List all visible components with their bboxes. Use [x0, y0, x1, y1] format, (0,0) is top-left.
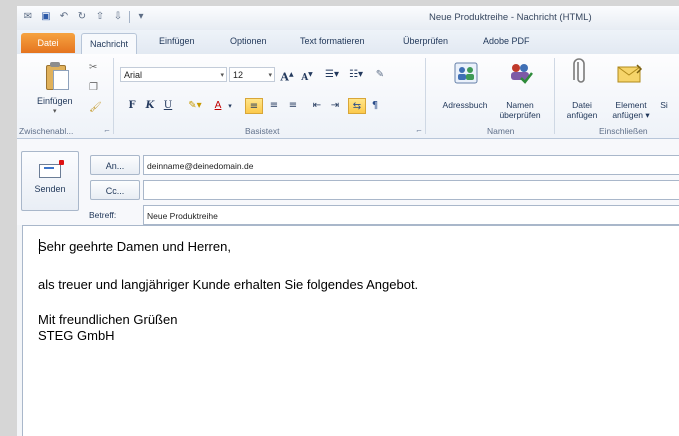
title-bar: ✉ ▣ ↶ ↻ ⇧ ⇩ ▾ Neue Produktreihe - Nachri…	[17, 6, 679, 30]
subject-field[interactable]: Neue Produktreihe	[143, 205, 679, 225]
send-envelope-icon	[39, 160, 64, 178]
chevron-down-icon: ▾	[220, 72, 224, 79]
outlook-app-icon[interactable]: ✉	[21, 10, 35, 24]
message-body[interactable]: Sehr geehrte Damen und Herren, als treue…	[22, 225, 679, 436]
font-size-value: 12	[233, 70, 244, 80]
compose-header: Senden An... deinname@deinedomain.de Cc.…	[17, 139, 679, 225]
font-name-combo[interactable]: Arial ▾	[120, 67, 227, 82]
chevron-down-icon: ▾	[268, 72, 272, 79]
tab-datei[interactable]: Datei	[21, 33, 75, 53]
group-divider	[113, 58, 114, 134]
attach-item-label-line1[interactable]: Element	[607, 100, 655, 110]
clear-formatting-icon[interactable]: ✎	[372, 67, 388, 83]
align-right-icon[interactable]: ≡	[285, 98, 301, 114]
decrease-indent-icon[interactable]: ⇤	[309, 98, 325, 114]
text-direction-rtl-icon[interactable]: ¶	[368, 98, 382, 114]
paste-icon[interactable]	[46, 62, 70, 90]
align-left-icon[interactable]: ≡	[245, 98, 263, 114]
cc-button[interactable]: Cc...	[90, 180, 140, 200]
bullet-list-icon[interactable]: ☰▾	[321, 67, 343, 83]
undo-icon[interactable]: ↶	[57, 10, 71, 24]
cc-field[interactable]	[143, 180, 679, 200]
numbered-list-icon[interactable]: ☷▾	[345, 67, 367, 83]
window-title: Neue Produktreihe - Nachricht (HTML)	[429, 12, 592, 23]
body-signature: STEG GmbH	[38, 328, 115, 343]
ribbon-tab-bar: Datei Nachricht Einfügen Optionen Text f…	[17, 30, 679, 55]
tab-einfuegen[interactable]: Einfügen	[159, 36, 195, 46]
paperclip-icon[interactable]	[573, 58, 599, 83]
to-button[interactable]: An...	[90, 155, 140, 175]
body-paragraph: als treuer und langjähriger Kunde erhalt…	[38, 277, 419, 292]
font-color-button[interactable]: A	[211, 98, 225, 114]
check-names-icon[interactable]	[507, 60, 533, 84]
group-divider	[554, 58, 555, 134]
save-icon[interactable]: ▣	[39, 10, 53, 24]
send-button-label: Senden	[34, 184, 66, 194]
attach-item-envelope-icon[interactable]	[617, 64, 643, 86]
body-closing: Mit freundlichen Grüßen	[38, 312, 178, 327]
increase-indent-icon[interactable]: ⇥	[327, 98, 343, 114]
address-book-label[interactable]: Adressbuch	[435, 100, 495, 110]
down-arrow-icon[interactable]: ⇩	[111, 10, 125, 24]
font-color-letter: A	[214, 100, 222, 111]
address-book-icon[interactable]	[453, 62, 479, 84]
cut-icon[interactable]: ✂	[89, 62, 97, 73]
tab-text-formatieren[interactable]: Text formatieren	[300, 36, 365, 46]
tab-adobe-pdf[interactable]: Adobe PDF	[483, 36, 530, 46]
names-group-label: Namen	[487, 126, 515, 136]
highlight-color-icon[interactable]: ✎▾	[183, 98, 207, 114]
clipboard-launcher-icon[interactable]: ⌐	[104, 127, 110, 135]
qat-divider	[129, 11, 130, 23]
font-name-value: Arial	[124, 70, 143, 80]
tab-nachricht[interactable]: Nachricht	[81, 33, 138, 55]
format-painter-icon[interactable]: 🖌	[89, 102, 102, 113]
body-greeting: Sehr geehrte Damen und Herren,	[38, 239, 231, 254]
signature-label-partial[interactable]: Si	[657, 100, 671, 110]
basic-text-group-label: Basistext	[245, 126, 280, 136]
check-names-label-line2[interactable]: überprüfen	[493, 110, 547, 120]
subject-label: Betreff:	[89, 210, 117, 220]
include-group-label: Einschließen	[599, 126, 648, 136]
basic-text-launcher-icon[interactable]: ⌐	[416, 127, 422, 135]
up-arrow-icon[interactable]: ⇧	[93, 10, 107, 24]
attach-file-label-line1[interactable]: Datei	[560, 100, 604, 110]
align-center-icon[interactable]: ≡	[266, 98, 282, 114]
grow-font-icon[interactable]: A▲	[279, 67, 295, 84]
to-field[interactable]: deinname@deinedomain.de	[143, 155, 679, 175]
attach-file-label-line2[interactable]: anfügen	[560, 110, 604, 120]
ribbon: Einfügen ▾ ✂ ❐ 🖌 Zwischenabl... ⌐ Arial …	[17, 54, 679, 139]
outlook-message-window: ✉ ▣ ↶ ↻ ⇧ ⇩ ▾ Neue Produktreihe - Nachri…	[17, 6, 679, 436]
send-button[interactable]: Senden	[21, 151, 79, 211]
text-direction-ltr-icon[interactable]: ⇆	[348, 98, 366, 114]
customize-qat-icon[interactable]: ▾	[134, 10, 148, 24]
shrink-font-icon[interactable]: A▼	[299, 67, 315, 83]
copy-icon[interactable]: ❐	[89, 82, 98, 93]
paste-button-label[interactable]: Einfügen	[37, 96, 73, 106]
paste-dropdown-icon[interactable]: ▾	[53, 107, 57, 115]
italic-button[interactable]: K	[143, 98, 157, 114]
bold-button[interactable]: F	[125, 98, 139, 114]
tab-ueberpruefen[interactable]: Überprüfen	[403, 36, 448, 46]
font-size-combo[interactable]: 12 ▾	[229, 67, 275, 82]
underline-button[interactable]: U	[161, 98, 175, 114]
clipboard-group-label: Zwischenabl...	[19, 126, 74, 136]
chevron-down-icon[interactable]: ▾	[225, 98, 235, 114]
attach-item-label-line2[interactable]: anfügen ▾	[607, 110, 655, 120]
quick-access-toolbar: ✉ ▣ ↶ ↻ ⇧ ⇩ ▾	[21, 10, 148, 24]
check-names-label-line1[interactable]: Namen	[493, 100, 547, 110]
tab-optionen[interactable]: Optionen	[230, 36, 267, 46]
redo-icon[interactable]: ↻	[75, 10, 89, 24]
group-divider	[425, 58, 426, 134]
